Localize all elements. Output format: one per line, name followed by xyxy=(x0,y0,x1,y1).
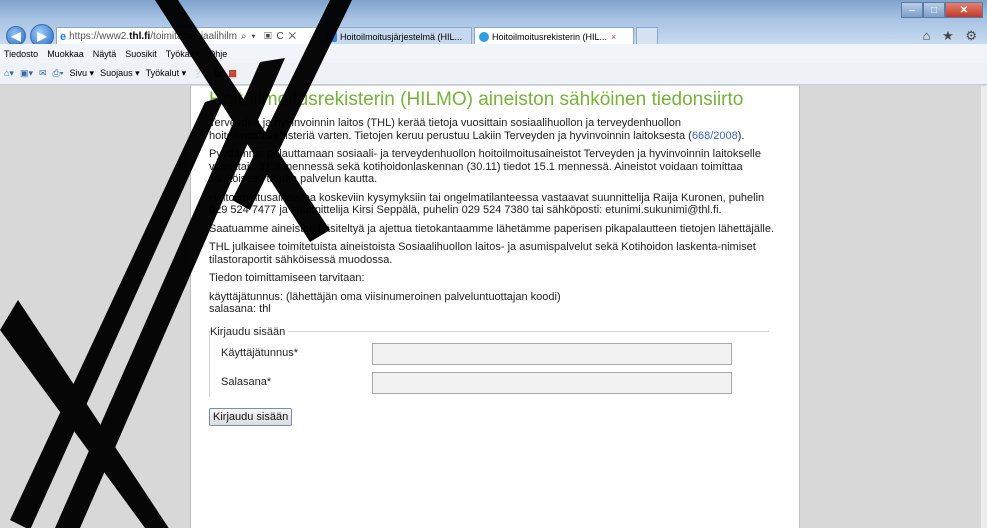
command-suojaus[interactable]: Suojaus ▾ xyxy=(100,68,140,79)
pdf-icon[interactable]: ▦ xyxy=(214,68,223,79)
menu-item-nayta[interactable]: Näytä xyxy=(93,49,117,59)
tab-label: Hoitoilmoitusjärjestelmä (HIL... xyxy=(340,31,463,42)
username-info: käyttäjätunnus: (lähettäjän oma viisinum… xyxy=(209,290,561,303)
maximize-button[interactable]: □ xyxy=(923,2,945,18)
back-button[interactable]: ◀ xyxy=(6,26,26,46)
menu-item-tiedosto[interactable]: Tiedosto xyxy=(4,49,38,59)
browser-titlebar: ◀ ▶ e https://www2. thl.fi/toimita/sosiaa… xyxy=(0,0,987,48)
page-body: Hoitoilmoitusrekisterin (HILMO) aineisto… xyxy=(190,86,800,528)
login-legend: Kirjaudu sisään xyxy=(210,325,286,338)
tab-label: Hoitoilmoitusrekisterin (HIL... xyxy=(492,31,608,42)
command-sivu[interactable]: Sivu ▾ xyxy=(70,68,95,79)
command-tyokalut[interactable]: Työkalut ▾ xyxy=(146,68,187,79)
intro-text-end: ). xyxy=(737,129,745,142)
address-url-prefix: https://www2. xyxy=(69,31,130,42)
password-label: Salasana* xyxy=(221,376,272,389)
window-controls: – □ ✕ xyxy=(901,2,983,18)
browser-right-icons[interactable]: ⌂ ★ ⚙ xyxy=(923,28,981,44)
page-content: Hoitoilmoitusrekisterin (HILMO) aineisto… xyxy=(209,88,784,426)
username-label: Käyttäjätunnus* xyxy=(221,347,299,360)
menu-item-muokkaa[interactable]: Muokkaa xyxy=(47,49,84,59)
address-url-domain: thl.fi xyxy=(129,31,151,42)
help-icon[interactable]: ❔▾ xyxy=(192,68,208,79)
pdf-convert-icon[interactable]: ▦ xyxy=(228,68,237,79)
mail-icon[interactable]: ✉ xyxy=(39,68,47,79)
command-bar: ⌂▾ ▣▾ ✉ ⎙▾ Sivu ▾ Suojaus ▾ Työkalut ▾ ❔… xyxy=(0,63,987,85)
requirements-heading: Tiedon toimittamiseen tarvitaan: xyxy=(209,272,365,284)
page-viewport: Hoitoilmoitusrekisterin (HILMO) aineisto… xyxy=(0,86,987,528)
username-row: Käyttäjätunnus* xyxy=(210,339,769,368)
vertical-scrollbar[interactable] xyxy=(981,86,987,528)
menu-item-ohje[interactable]: Ohje xyxy=(208,49,227,59)
deadline-paragraph: Pyydämme palauttamaan sosiaali- ja terve… xyxy=(209,148,761,185)
menu-item-suosikit[interactable]: Suosikit xyxy=(125,49,157,59)
menu-item-tyokalut[interactable]: Työkalut xyxy=(166,49,200,59)
address-tools-icons[interactable]: ⌕ ▾ ▣ C ✕ xyxy=(241,31,297,42)
close-window-button[interactable]: ✕ xyxy=(945,2,983,18)
tab-close-icon[interactable]: × xyxy=(611,32,616,42)
tab-favicon-icon xyxy=(479,31,489,42)
credentials-info: käyttäjätunnus: (lähettäjän oma viisinum… xyxy=(209,291,784,316)
password-info: salasana: thl xyxy=(209,303,271,315)
contact-paragraph: Hoitoilmoitusaineistoa koskeviin kysymyk… xyxy=(209,191,765,217)
intro-paragraph: Terveyden ja hyvinvoinnin laitos (THL) k… xyxy=(209,117,784,142)
feedback-paragraph: Saatuamme aineiston käsiteltyä ja ajettu… xyxy=(209,222,775,235)
home-icon[interactable]: ⌂▾ xyxy=(4,68,14,79)
law-link[interactable]: 668/2008 xyxy=(692,130,738,142)
page-title: Hoitoilmoitusrekisterin (HILMO) aineisto… xyxy=(209,89,744,110)
password-row: Salasana* xyxy=(210,368,769,397)
minimize-button[interactable]: – xyxy=(901,2,923,18)
login-submit-button[interactable]: Kirjaudu sisään xyxy=(209,408,293,426)
print-icon[interactable]: ⎙▾ xyxy=(53,68,64,79)
address-url-path: /toimita/sosiaalihilm xyxy=(150,31,237,42)
intro-text: Terveyden ja hyvinvoinnin laitos (THL) k… xyxy=(209,117,692,142)
publication-paragraph: THL julkaisee toimitetuista aineistoista… xyxy=(209,241,756,266)
login-fieldset: Kirjaudu sisään Käyttäjätunnus* Salasana… xyxy=(209,325,769,397)
feeds-icon[interactable]: ▣▾ xyxy=(20,68,33,79)
tab-favicon-icon xyxy=(327,31,337,42)
username-input[interactable] xyxy=(372,342,732,365)
menu-bar: Tiedosto Muokkaa Näytä Suosikit Työkalut… xyxy=(0,44,987,63)
password-input[interactable] xyxy=(372,371,732,394)
ie-page-icon: e xyxy=(60,30,67,43)
